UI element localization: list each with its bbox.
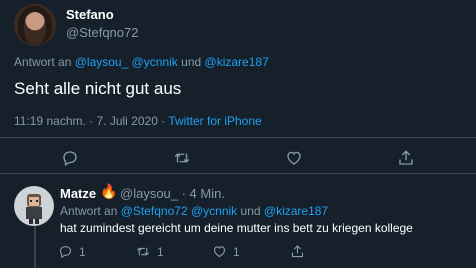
reply-connector: und [240, 204, 261, 218]
reply-reply-button[interactable]: 1 [58, 244, 86, 259]
tweet-source[interactable]: Twitter for iPhone [168, 114, 261, 128]
author-handle[interactable]: @Stefqno72 [66, 25, 138, 40]
divider [0, 137, 476, 138]
divider [0, 173, 476, 174]
reply-handle-time[interactable]: @laysou_ · 4 Min. [120, 186, 225, 201]
tweet-text: Seht alle nicht gut aus [14, 79, 182, 98]
reply-author-avatar[interactable] [14, 186, 54, 226]
fire-emoji: 🔥 [100, 183, 118, 199]
tweet-timestamp[interactable]: 11:19 nachm. · 7. Juli 2020 · [14, 114, 165, 128]
reply-prefix: Antwort an [14, 55, 72, 69]
reply-retweet-button[interactable]: 1 [135, 244, 164, 259]
like-icon [213, 246, 226, 258]
reply-icon [63, 151, 77, 166]
reply-icon [59, 245, 72, 259]
reply-count: 1 [79, 244, 86, 259]
reply-replying-to: Antwort an @Stefqno72 @ycnnik und @kizar… [60, 204, 328, 218]
mention-link[interactable]: @ycnnik [132, 55, 178, 69]
reply-display-name[interactable]: Matze [60, 186, 96, 201]
author-display-name[interactable]: Stefano [66, 7, 114, 22]
replying-to: Antwort an @laysou_ @ycnnik und @kizare1… [14, 55, 269, 69]
share-icon [399, 150, 413, 165]
mention-link[interactable]: @laysou_ [75, 55, 129, 69]
like-count: 1 [233, 244, 240, 259]
mention-link[interactable]: @kizare187 [264, 204, 328, 218]
retweet-icon [174, 153, 190, 163]
retweet-icon [136, 247, 150, 256]
reply-share-button[interactable] [290, 244, 305, 259]
reply-text: hat zumindest gereicht um deine mutter i… [60, 221, 413, 235]
retweet-button[interactable] [172, 149, 192, 167]
thread-line [34, 226, 36, 268]
retweet-count: 1 [157, 244, 164, 259]
reply-connector: und [181, 55, 202, 69]
share-button[interactable] [397, 149, 415, 167]
mention-link[interactable]: @ycnnik [191, 204, 237, 218]
reply-prefix: Antwort an [60, 204, 118, 218]
like-button[interactable] [285, 149, 303, 167]
reply-button[interactable] [61, 149, 79, 167]
like-icon [287, 151, 301, 165]
mention-link[interactable]: @Stefqno72 [121, 204, 188, 218]
share-icon [291, 245, 304, 258]
reply-like-button[interactable]: 1 [212, 244, 240, 259]
avatar-figure-icon [26, 194, 42, 224]
mention-link[interactable]: @kizare187 [205, 55, 269, 69]
author-avatar[interactable] [14, 4, 56, 46]
tweet-meta: 11:19 nachm. · 7. Juli 2020 · Twitter fo… [14, 114, 262, 128]
